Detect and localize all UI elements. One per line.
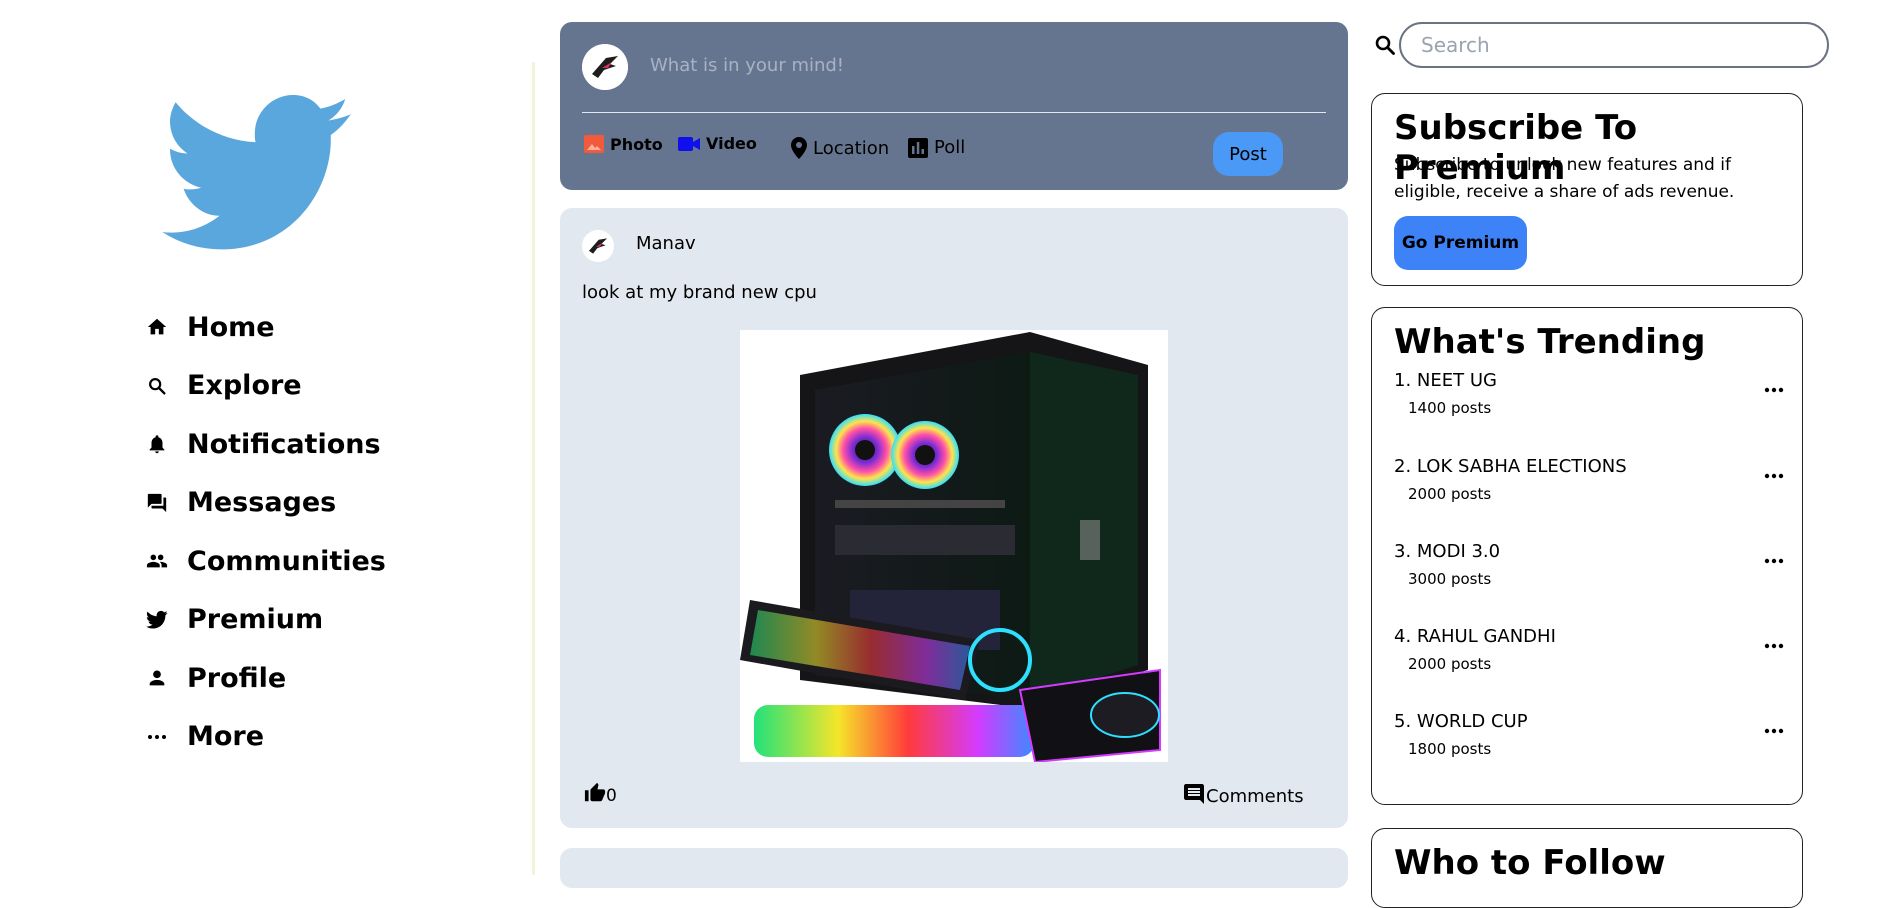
premium-panel: Subscribe To Premium Subscribe to unlock…	[1371, 93, 1803, 286]
post-composer: What is in your mind! Photo Video Locati…	[560, 22, 1348, 190]
trend-name: 4. RAHUL GANDHI	[1394, 626, 1556, 647]
more-horizontal-icon	[145, 725, 169, 749]
search-input[interactable]	[1399, 22, 1829, 68]
trend-count: 1800 posts	[1408, 740, 1492, 758]
trend-item[interactable]: 1. NEET UG 1400 posts	[1394, 370, 1784, 417]
trending-panel: What's Trending 1. NEET UG 1400 posts 2.…	[1371, 307, 1803, 805]
person-icon	[145, 666, 169, 690]
poll-label: Poll	[934, 137, 966, 158]
sidebar-item-label: Messages	[187, 487, 337, 519]
column-divider	[532, 62, 535, 875]
post-button[interactable]: Post	[1213, 132, 1283, 176]
location-pin-icon	[791, 137, 807, 159]
home-icon	[145, 315, 169, 339]
trend-item[interactable]: 3. MODI 3.0 3000 posts	[1394, 541, 1784, 588]
twitter-bird-icon	[145, 608, 169, 632]
location-label: Location	[813, 137, 890, 159]
photo-label: Photo	[610, 134, 663, 154]
video-button[interactable]: Video	[678, 134, 757, 153]
go-premium-button[interactable]: Go Premium	[1394, 216, 1527, 270]
avatar-logo-icon	[582, 44, 628, 90]
video-label: Video	[706, 134, 757, 153]
trend-item[interactable]: 5. WORLD CUP 1800 posts	[1394, 711, 1784, 758]
bell-icon	[145, 432, 169, 456]
avatar[interactable]	[582, 44, 628, 90]
avatar[interactable]	[582, 230, 614, 262]
trend-count: 2000 posts	[1408, 485, 1492, 503]
sidebar-item-profile[interactable]: Profile	[145, 649, 386, 708]
like-button[interactable]: 0	[584, 782, 617, 809]
more-horizontal-icon[interactable]	[1764, 719, 1784, 738]
trend-name: 2. LOK SABHA ELECTIONS	[1394, 456, 1627, 477]
sidebar-item-messages[interactable]: Messages	[145, 474, 386, 533]
trend-count: 3000 posts	[1408, 570, 1492, 588]
post-text: look at my brand new cpu	[582, 282, 817, 303]
sidebar-item-label: Home	[187, 311, 275, 343]
like-count: 0	[606, 785, 617, 806]
search-icon	[145, 374, 169, 398]
comments-label: Comments	[1206, 786, 1304, 807]
thumbs-up-icon	[584, 782, 606, 809]
comments-button[interactable]: Comments	[1182, 782, 1304, 811]
sidebar-item-communities[interactable]: Communities	[145, 532, 386, 591]
composer-input[interactable]: What is in your mind!	[650, 55, 844, 76]
trend-item[interactable]: 4. RAHUL GANDHI 2000 posts	[1394, 626, 1784, 673]
sidebar-item-explore[interactable]: Explore	[145, 357, 386, 416]
sidebar-item-label: Premium	[187, 604, 324, 636]
sidebar-item-label: Explore	[187, 370, 302, 402]
sidebar-item-notifications[interactable]: Notifications	[145, 415, 386, 474]
trend-item[interactable]: 2. LOK SABHA ELECTIONS 2000 posts	[1394, 456, 1784, 503]
more-horizontal-icon[interactable]	[1764, 634, 1784, 653]
trending-title: What's Trending	[1394, 322, 1706, 362]
people-icon	[145, 549, 169, 573]
sidebar-item-home[interactable]: Home	[145, 298, 386, 357]
post-card: Manav look at my brand new cpu 0 Comment…	[560, 208, 1348, 828]
more-horizontal-icon[interactable]	[1764, 378, 1784, 397]
more-horizontal-icon[interactable]	[1764, 464, 1784, 483]
trend-count: 1400 posts	[1408, 399, 1492, 417]
photo-icon	[584, 134, 604, 154]
search-icon[interactable]	[1373, 33, 1397, 61]
sidebar-nav: Home Explore Notifications Messages Comm…	[145, 298, 386, 766]
trend-name: 3. MODI 3.0	[1394, 541, 1501, 562]
sidebar-item-premium[interactable]: Premium	[145, 591, 386, 650]
messages-icon	[145, 491, 169, 515]
location-button[interactable]: Location	[791, 137, 889, 159]
post-image[interactable]	[740, 330, 1168, 762]
photo-button[interactable]: Photo	[584, 134, 663, 154]
trend-name: 1. NEET UG	[1394, 370, 1497, 391]
more-horizontal-icon[interactable]	[1764, 549, 1784, 568]
post-author[interactable]: Manav	[636, 233, 696, 254]
sidebar-item-label: Notifications	[187, 428, 381, 460]
poll-button[interactable]: Poll	[908, 137, 965, 158]
poll-icon	[908, 137, 928, 158]
who-to-follow-title: Who to Follow	[1394, 843, 1666, 883]
sidebar-item-more[interactable]: More	[145, 708, 386, 767]
who-to-follow-panel: Who to Follow	[1371, 828, 1803, 908]
sidebar-item-label: More	[187, 721, 265, 753]
post-card	[560, 848, 1348, 888]
sidebar-item-label: Profile	[187, 662, 287, 694]
comment-icon	[1182, 782, 1206, 811]
trend-name: 5. WORLD CUP	[1394, 711, 1528, 732]
premium-description: Subscribe to unlock new features and if …	[1394, 155, 1735, 202]
video-icon	[678, 136, 700, 152]
avatar-logo-icon	[582, 230, 614, 262]
sidebar-item-label: Communities	[187, 545, 386, 577]
twitter-logo	[162, 95, 351, 250]
trend-count: 2000 posts	[1408, 655, 1492, 673]
composer-divider	[582, 112, 1326, 113]
